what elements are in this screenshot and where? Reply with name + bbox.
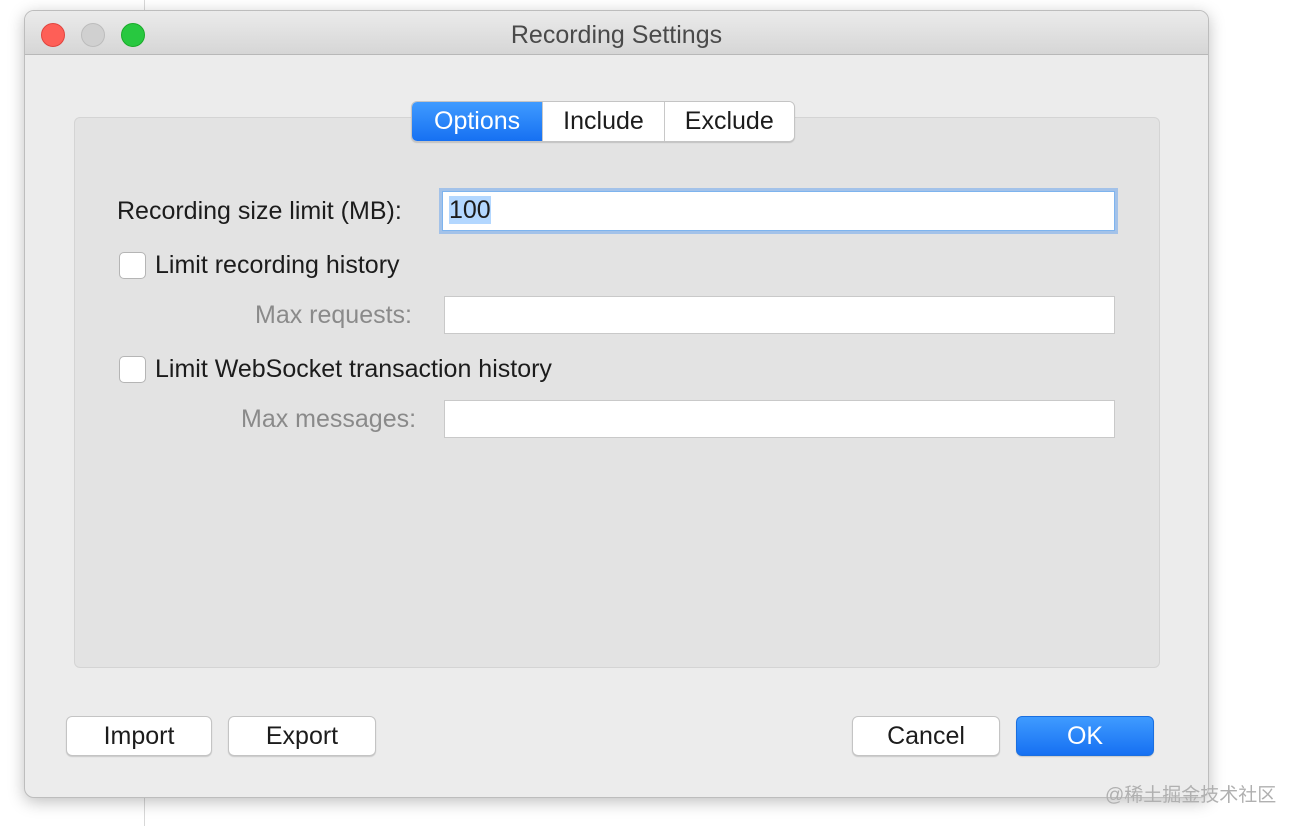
- import-button[interactable]: Import: [66, 716, 212, 756]
- size-limit-input[interactable]: 100: [442, 191, 1115, 231]
- tab-exclude[interactable]: Exclude: [664, 102, 794, 141]
- window-title: Recording Settings: [510, 21, 723, 49]
- limit-history-checkbox[interactable]: [119, 252, 146, 279]
- size-limit-value: 100: [449, 196, 491, 224]
- max-messages-label: Max messages:: [241, 405, 417, 433]
- tab-include[interactable]: Include: [543, 102, 665, 141]
- max-messages-input[interactable]: [444, 400, 1115, 438]
- ok-button[interactable]: OK: [1016, 716, 1154, 756]
- limit-websocket-checkbox[interactable]: [119, 356, 146, 383]
- title-bar: Recording Settings: [25, 11, 1208, 55]
- size-limit-label: Recording size limit (MB):: [117, 197, 402, 225]
- max-requests-label: Max requests:: [255, 301, 413, 329]
- limit-websocket-label: Limit WebSocket transaction history: [155, 355, 552, 383]
- recording-settings-dialog: Recording Settings Options Include Exclu…: [24, 10, 1209, 798]
- watermark: @稀土掘金技术社区: [1105, 785, 1277, 806]
- export-button[interactable]: Export: [228, 716, 376, 756]
- cancel-button[interactable]: Cancel: [852, 716, 1000, 756]
- tab-bar: Options Include Exclude: [411, 101, 795, 142]
- tab-options[interactable]: Options: [412, 102, 544, 141]
- limit-history-label: Limit recording history: [155, 251, 400, 279]
- max-requests-input[interactable]: [444, 296, 1115, 334]
